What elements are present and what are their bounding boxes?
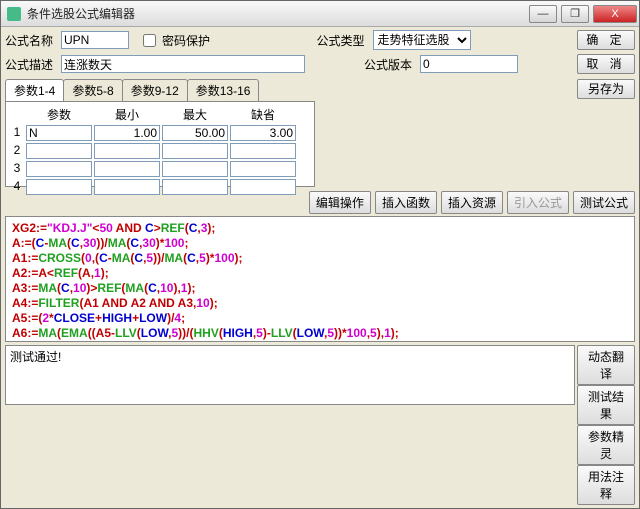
tab-param-5-8[interactable]: 参数5-8 bbox=[63, 79, 122, 101]
test-result-button[interactable]: 测试结果 bbox=[577, 385, 635, 425]
param-max-cell[interactable] bbox=[162, 143, 228, 159]
param-name-cell[interactable] bbox=[26, 143, 92, 159]
tab-param-1-4[interactable]: 参数1-4 bbox=[5, 79, 64, 101]
param-def-cell[interactable] bbox=[230, 161, 296, 177]
param-max-cell[interactable]: 50.00 bbox=[162, 125, 228, 141]
close-button[interactable]: X bbox=[593, 5, 637, 23]
minimize-button[interactable]: — bbox=[529, 5, 557, 23]
test-button[interactable]: 测试公式 bbox=[573, 191, 635, 214]
param-min-cell[interactable] bbox=[94, 143, 160, 159]
pwd-label: 密码保护 bbox=[162, 32, 210, 49]
param-name-cell[interactable] bbox=[26, 161, 92, 177]
param-name-cell[interactable]: N bbox=[26, 125, 92, 141]
name-input[interactable] bbox=[61, 31, 129, 49]
param-hd-name: 参数 bbox=[26, 106, 92, 123]
ver-label: 公式版本 bbox=[364, 56, 416, 73]
param-idx: 1 bbox=[10, 125, 24, 141]
type-label: 公式类型 bbox=[317, 32, 369, 49]
param-hd-min: 最小 bbox=[94, 106, 160, 123]
editor-toolbar: 编辑操作 插入函数 插入资源 引入公式 测试公式 bbox=[1, 187, 639, 216]
name-label: 公式名称 bbox=[5, 32, 57, 49]
pwd-checkbox[interactable] bbox=[143, 34, 156, 47]
form-area: 公式名称 密码保护 公式类型 走势特征选股 确 定 公式描述 公式版本 取 消 bbox=[1, 27, 639, 77]
message-box[interactable]: 测试通过! bbox=[5, 345, 575, 405]
param-panel: 参数最小最大缺省1N1.0050.003.00234 bbox=[5, 101, 315, 187]
side-buttons: 动态翻译 测试结果 参数精灵 用法注释 bbox=[577, 345, 635, 505]
param-corner bbox=[10, 106, 24, 123]
param-def-cell[interactable] bbox=[230, 143, 296, 159]
titlebar[interactable]: 条件选股公式编辑器 — ❐ X bbox=[1, 1, 639, 27]
import-button[interactable]: 引入公式 bbox=[507, 191, 569, 214]
code-editor[interactable]: XG2:="KDJ.J"<50 AND C>REF(C,3);A:=(C-MA(… bbox=[5, 216, 635, 342]
desc-input[interactable] bbox=[61, 55, 305, 73]
saveas-button[interactable]: 另存为 bbox=[577, 79, 635, 99]
param-idx: 3 bbox=[10, 161, 24, 177]
ok-button[interactable]: 确 定 bbox=[577, 30, 635, 50]
dynamic-translate-button[interactable]: 动态翻译 bbox=[577, 345, 635, 385]
param-max-cell[interactable] bbox=[162, 161, 228, 177]
param-min-cell[interactable]: 1.00 bbox=[94, 125, 160, 141]
param-tabs: 参数1-4 参数5-8 参数9-12 参数13-16 bbox=[5, 79, 319, 101]
param-idx: 2 bbox=[10, 143, 24, 159]
insert-res-button[interactable]: 插入资源 bbox=[441, 191, 503, 214]
type-select[interactable]: 走势特征选股 bbox=[373, 30, 471, 50]
maximize-button[interactable]: ❐ bbox=[561, 5, 589, 23]
param-min-cell[interactable] bbox=[94, 161, 160, 177]
insert-func-button[interactable]: 插入函数 bbox=[375, 191, 437, 214]
param-wizard-button[interactable]: 参数精灵 bbox=[577, 425, 635, 465]
usage-note-button[interactable]: 用法注释 bbox=[577, 465, 635, 505]
app-icon bbox=[7, 7, 21, 21]
tab-param-9-12[interactable]: 参数9-12 bbox=[122, 79, 188, 101]
ver-input[interactable] bbox=[420, 55, 518, 73]
tab-param-13-16[interactable]: 参数13-16 bbox=[187, 79, 260, 101]
param-hd-max: 最大 bbox=[162, 106, 228, 123]
window-title: 条件选股公式编辑器 bbox=[27, 5, 525, 22]
editor-window: 条件选股公式编辑器 — ❐ X 公式名称 密码保护 公式类型 走势特征选股 确 … bbox=[0, 0, 640, 509]
edit-op-button[interactable]: 编辑操作 bbox=[309, 191, 371, 214]
desc-label: 公式描述 bbox=[5, 56, 57, 73]
param-def-cell[interactable]: 3.00 bbox=[230, 125, 296, 141]
cancel-button[interactable]: 取 消 bbox=[577, 54, 635, 74]
param-hd-def: 缺省 bbox=[230, 106, 296, 123]
